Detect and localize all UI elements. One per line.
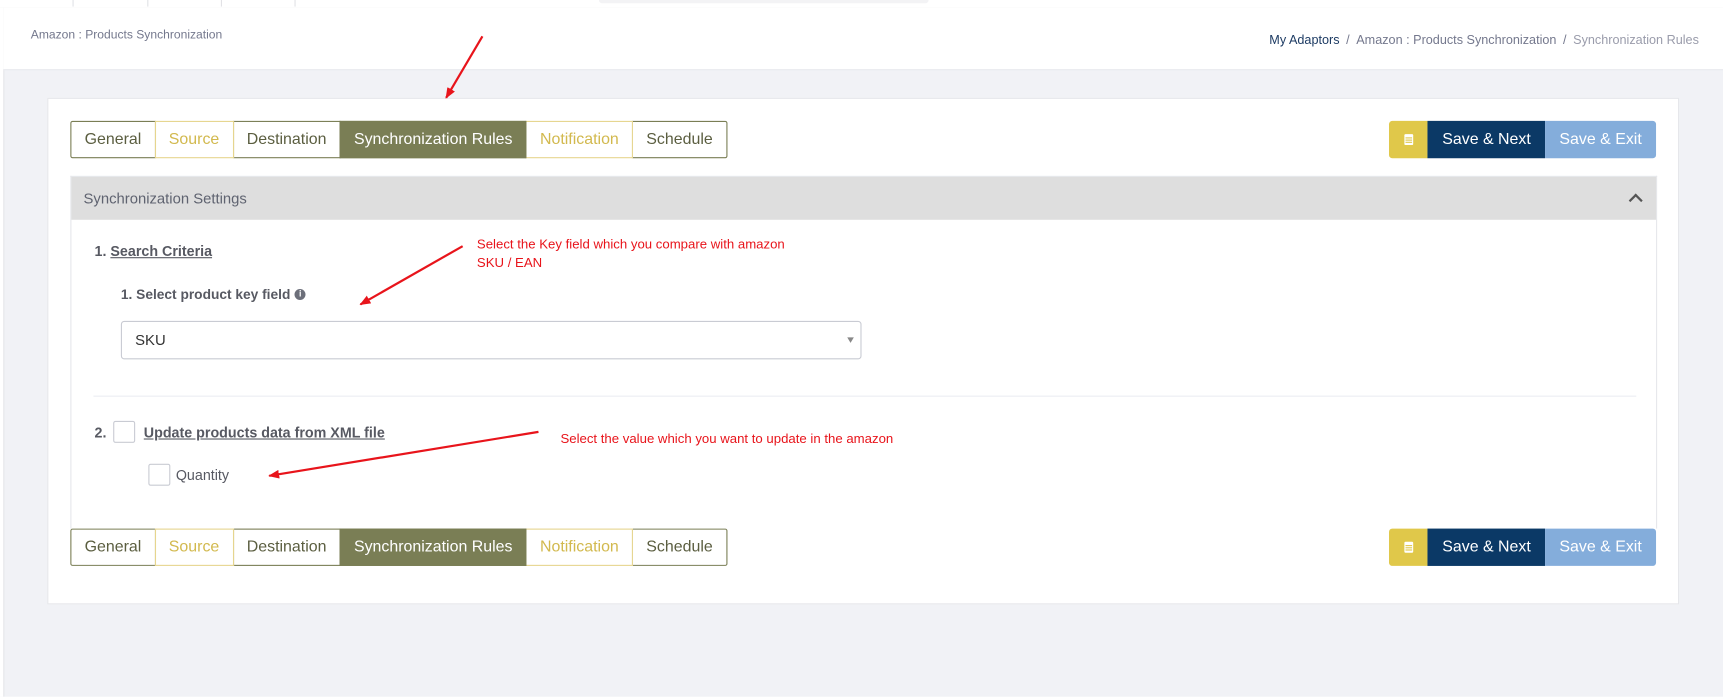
save-exit-button[interactable]: Save & Exit: [1545, 528, 1657, 566]
save-exit-button[interactable]: Save & Exit: [1545, 120, 1657, 159]
panel-header[interactable]: Synchronization Settings: [71, 176, 1657, 220]
tab-source[interactable]: Source: [154, 120, 234, 159]
document-icon: [1404, 541, 1414, 553]
annotation-line: SKU / EAN: [476, 254, 543, 271]
section-title: Update products data from XML file: [143, 423, 385, 441]
quantity-option: Quantity: [148, 463, 230, 486]
tab-general[interactable]: General: [70, 120, 156, 159]
section-number: 2.: [94, 423, 107, 441]
product-key-field-label: 1. Select product key field i: [121, 287, 306, 302]
tab-notification[interactable]: Notification: [525, 528, 634, 566]
section-search-criteria: 1. Search Criteria: [95, 243, 213, 259]
breadcrumb-my-adaptors[interactable]: My Adaptors: [1269, 34, 1339, 47]
breadcrumb-separator: /: [1563, 34, 1567, 48]
top-tab[interactable]: [222, 0, 296, 7]
tab-notification[interactable]: Notification: [525, 120, 634, 159]
product-key-select[interactable]: SKU: [120, 320, 862, 360]
quantity-label: Quantity: [175, 466, 230, 483]
annotation-key-field: Select the Key field which you compare w…: [477, 235, 785, 272]
tab-destination[interactable]: Destination: [232, 528, 341, 566]
chevron-up-icon[interactable]: [1628, 193, 1643, 208]
breadcrumb-separator: /: [1346, 34, 1350, 48]
wizard-tabs-top: General Source Destination Synchronizati…: [70, 120, 728, 159]
top-tab[interactable]: [0, 0, 74, 7]
section-divider: [93, 395, 1637, 397]
select-value: SKU: [135, 331, 166, 349]
synchronization-settings-panel: Synchronization Settings 1. Search Crite…: [70, 175, 1658, 529]
subheader: Amazon : Products Synchronization My Ada…: [3, 7, 1723, 71]
quantity-checkbox[interactable]: [148, 463, 171, 486]
app-window: Amazon : Products Synchronization My Ada…: [0, 0, 1723, 697]
wizard-tabs-bottom: General Source Destination Synchronizati…: [70, 528, 728, 566]
save-next-button[interactable]: Save & Next: [1427, 528, 1546, 566]
tab-schedule[interactable]: Schedule: [631, 528, 728, 566]
save-next-button[interactable]: Save & Next: [1427, 120, 1546, 159]
annotation-update-value: Select the value which you want to updat…: [560, 430, 894, 447]
breadcrumb: My Adaptors / Amazon : Products Synchroniz…: [1269, 34, 1699, 47]
info-icon[interactable]: i: [294, 289, 306, 300]
tab-source[interactable]: Source: [154, 528, 234, 566]
tab-synchronization-rules[interactable]: Synchronization Rules: [339, 120, 527, 159]
main-card: General Source Destination Synchronizati…: [47, 97, 1680, 605]
caret-down-icon: [847, 337, 854, 343]
action-buttons-top: Save & Next Save & Exit: [1389, 120, 1657, 159]
top-shadow: [598, 0, 929, 4]
left-sidebar-edge: [0, 7, 5, 697]
panel-title: Synchronization Settings: [83, 190, 247, 207]
notes-button[interactable]: [1389, 528, 1428, 566]
top-tab[interactable]: [74, 0, 149, 7]
section-update-products: 2. Update products data from XML file: [94, 420, 385, 443]
tab-synchronization-rules[interactable]: Synchronization Rules: [339, 528, 527, 566]
tab-general[interactable]: General: [70, 528, 156, 566]
breadcrumb-amazon-sync[interactable]: Amazon : Products Synchronization: [1356, 34, 1556, 47]
section-number: 1.: [94, 242, 107, 260]
annotation-line: Select the Key field which you compare w…: [476, 236, 785, 252]
page-title: Amazon : Products Synchronization: [30, 28, 223, 42]
tab-destination[interactable]: Destination: [232, 120, 341, 159]
tab-schedule[interactable]: Schedule: [631, 120, 728, 159]
update-products-checkbox[interactable]: [113, 420, 135, 443]
breadcrumb-current: Synchronization Rules: [1573, 34, 1699, 48]
document-icon: [1404, 134, 1414, 146]
top-tab[interactable]: [148, 0, 222, 7]
notes-button[interactable]: [1389, 120, 1428, 159]
section-title: Search Criteria: [110, 242, 213, 260]
action-buttons-bottom: Save & Next Save & Exit: [1389, 528, 1657, 566]
product-key-field-label-text: 1. Select product key field: [120, 286, 291, 303]
